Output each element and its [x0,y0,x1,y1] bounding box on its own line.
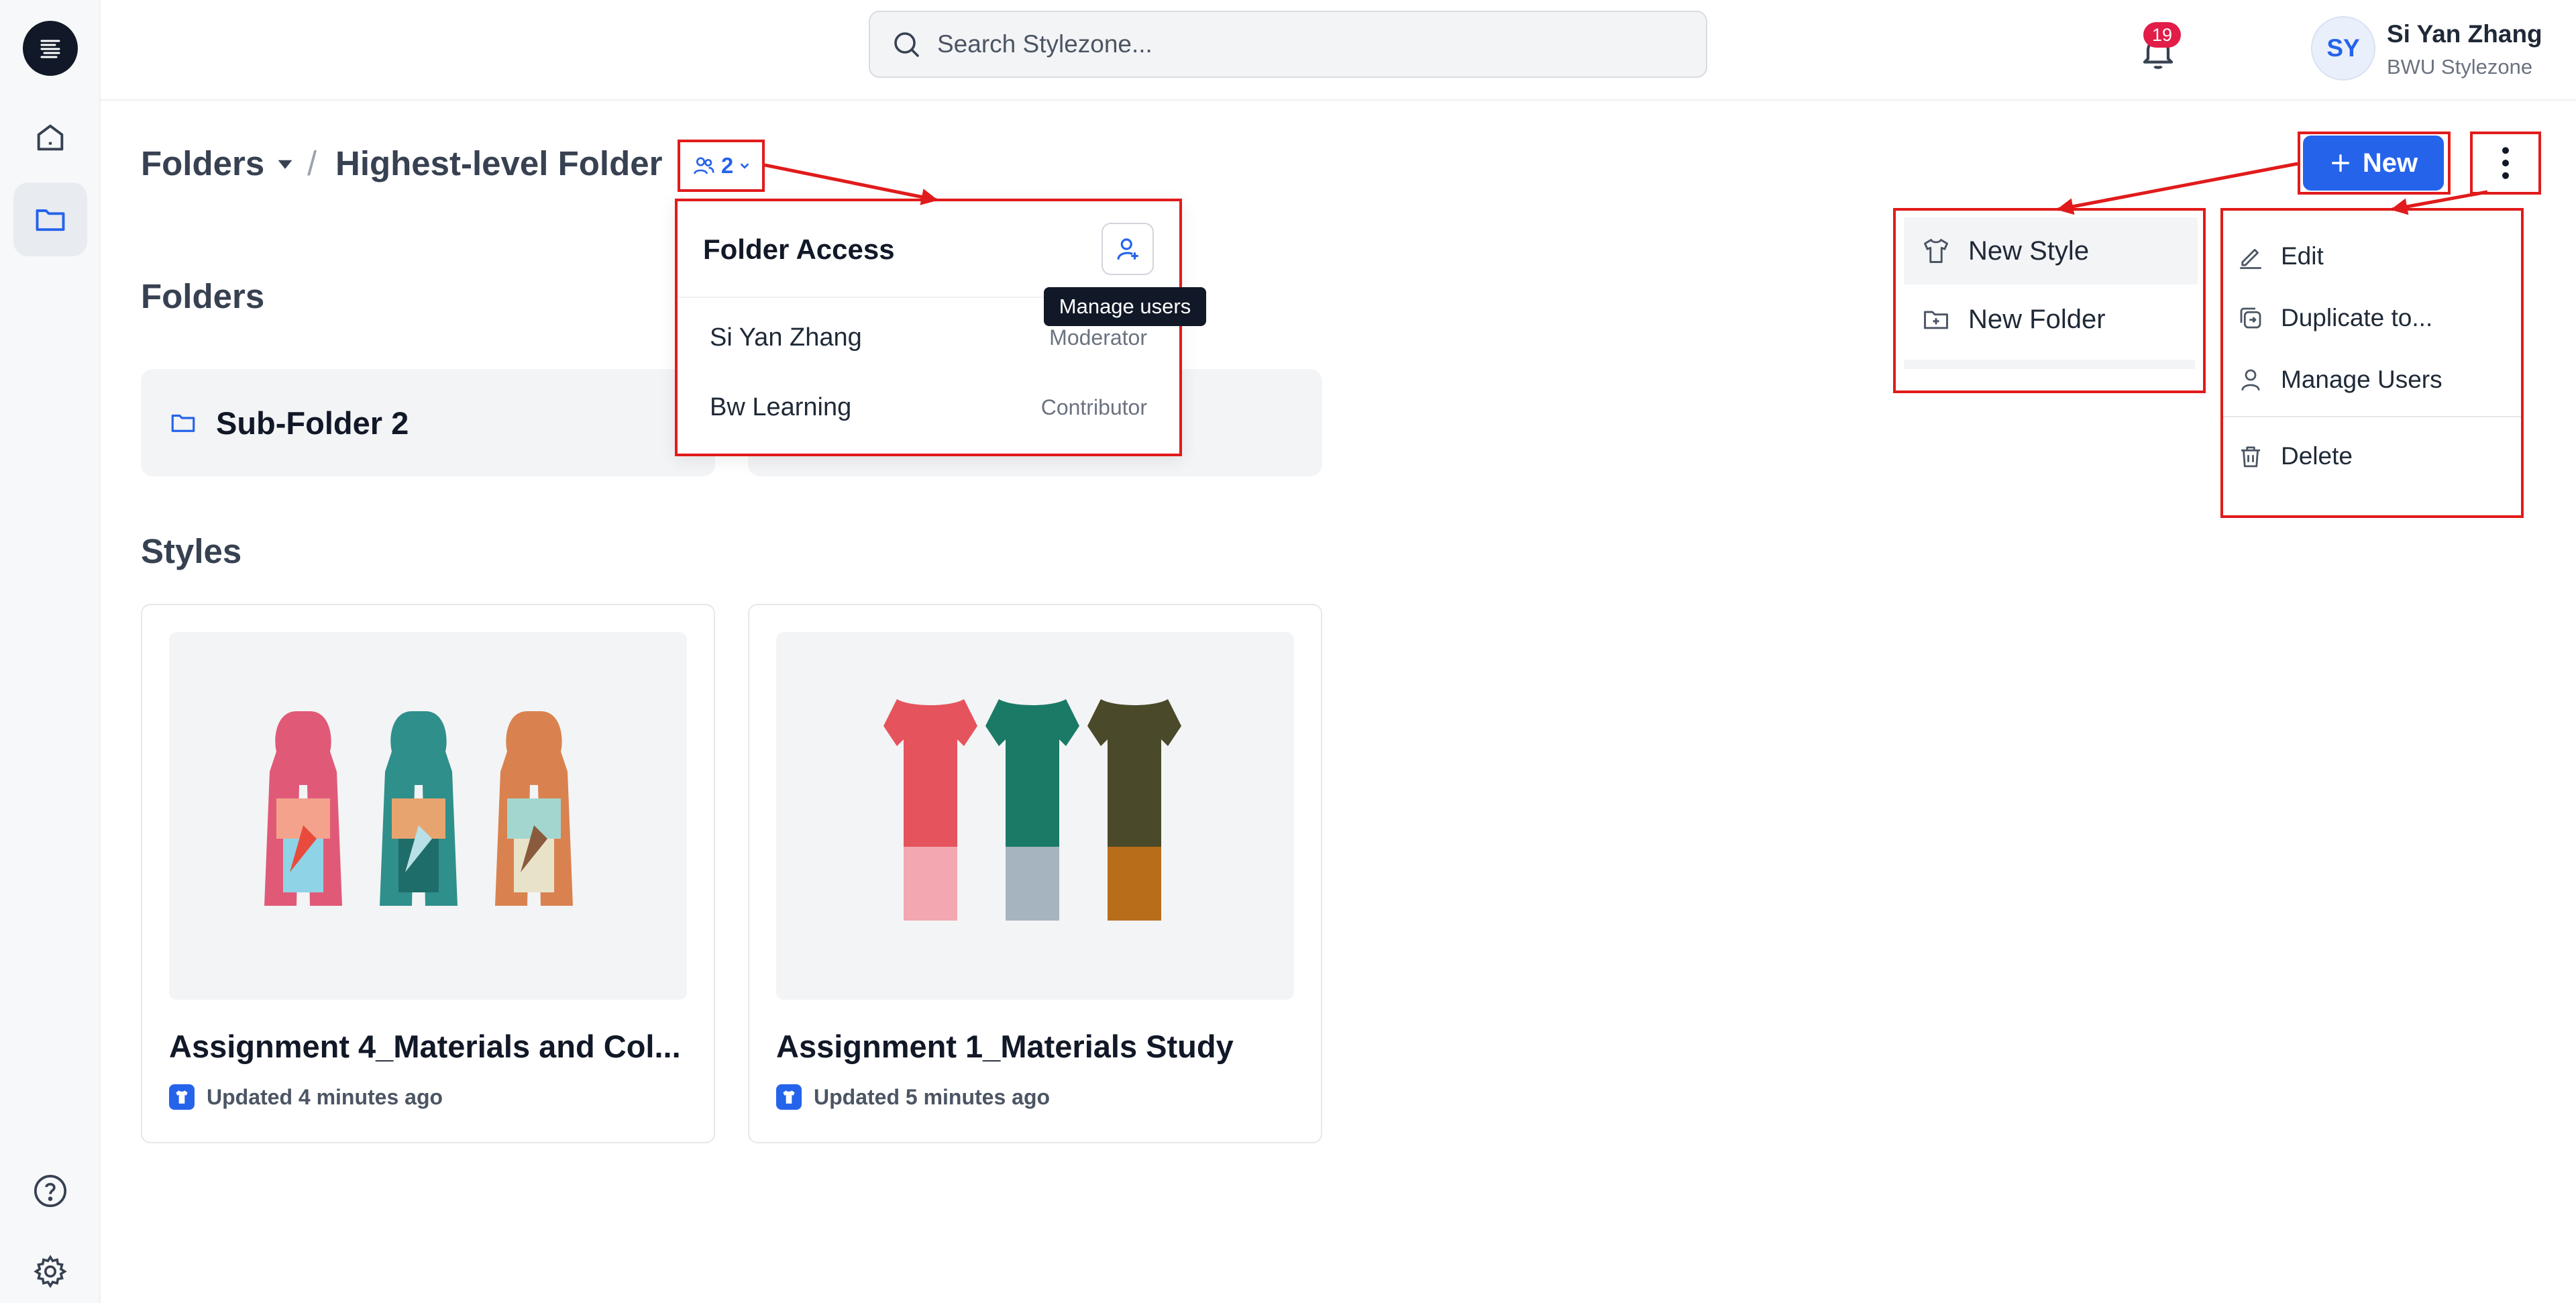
style-title: Assignment 4_Materials and Col... [169,1029,681,1064]
new-button-label: New [2362,148,2418,178]
menu-item-label: Edit [2281,242,2324,270]
access-count: 2 [720,153,734,178]
style-updated: Updated 5 minutes ago [814,1084,1051,1109]
new-button[interactable]: New [2303,136,2444,191]
jackets-image [264,711,573,906]
styles-section-title: Styles [141,532,242,570]
style-meta: Updated 4 minutes ago [169,1084,443,1110]
menu-footer [1904,360,2195,369]
search-icon [894,32,919,57]
menu-item-label: Delete [2281,442,2353,470]
shirt-icon [169,1084,195,1110]
user-name: Si Yan Zhang [2387,20,2542,48]
folders-section-title: Folders [141,277,265,315]
chevron-down-icon [740,163,749,169]
shirt-icon [1924,239,1948,263]
style-card[interactable]: Assignment 4_Materials and Col... Update… [141,604,715,1143]
user-plus-icon [1117,238,1138,260]
app-logo[interactable] [23,21,78,76]
sidebar-item-help[interactable] [13,1154,87,1228]
folder-card[interactable]: Sub-Folder 2 [141,369,715,476]
search-bar[interactable] [869,11,1707,78]
breadcrumb-current: Highest-level Folder [335,144,663,183]
more-options-menu: Edit Duplicate to... Manage Users Delete [2220,208,2524,518]
arrow-access [764,163,938,205]
menu-item-label: Manage Users [2281,366,2443,393]
new-dropdown-menu: New Style New Folder [1893,208,2206,393]
folder-access-button[interactable]: 2 [678,140,765,192]
menu-item-new-folder[interactable]: New Folder [1904,286,2198,353]
folder-access-popover: Folder Access Si Yan Zhang Moderator Bw … [675,199,1182,456]
folder-name: Sub-Folder 2 [216,405,409,441]
member-row: Bw Learning Contributor [710,393,1147,422]
style-title: Assignment 1_Materials Study [776,1029,1234,1064]
arrow-new [2056,162,2298,215]
menu-item-label: Duplicate to... [2281,304,2433,331]
user-icon [2241,369,2260,391]
sidebar-item-home[interactable] [13,101,87,174]
folder-access-title: Folder Access [703,233,895,265]
plus-icon [2331,154,2349,172]
shirt-icon [776,1084,802,1110]
gear-icon [34,1255,67,1288]
avatar[interactable]: SY [2311,16,2375,81]
trash-icon [2241,446,2260,468]
menu-item-manage-users[interactable]: Manage Users [2237,353,2443,407]
tshirts-image [883,699,1181,921]
sidebar [0,0,101,1303]
member-role: Contributor [1040,395,1147,419]
member-name: Si Yan Zhang [710,323,862,352]
pencil-icon [2240,248,2261,269]
caret-down-icon [278,160,292,169]
manage-users-tooltip: Manage users [1044,287,1206,326]
user-org: BWU Stylezone [2387,55,2533,79]
menu-item-label: New Folder [1968,304,2106,334]
style-thumbnail [776,632,1294,1000]
member-name: Bw Learning [710,393,852,421]
breadcrumb-separator: / [307,144,317,183]
logo-icon [40,40,60,58]
member-role: Moderator [1049,325,1147,350]
sidebar-item-settings[interactable] [13,1235,87,1303]
folder-icon [36,209,65,231]
folder-icon [171,414,195,432]
member-row: Si Yan Zhang Moderator [710,323,1147,352]
home-icon [37,124,64,151]
users-icon [693,157,714,174]
notification-badge: 19 [2143,22,2181,48]
menu-divider [2223,416,2521,417]
sidebar-item-folders[interactable] [13,183,87,256]
menu-item-duplicate[interactable]: Duplicate to... [2237,291,2432,345]
breadcrumb-root-label: Folders [141,144,265,183]
breadcrumb-root[interactable]: Folders [141,144,294,183]
menu-item-edit[interactable]: Edit [2237,229,2324,283]
menu-item-label: New Style [1968,236,2090,266]
search-input[interactable] [937,30,1675,58]
duplicate-icon [2240,307,2261,329]
folder-plus-icon [1924,311,1948,329]
menu-item-new-style[interactable]: New Style [1904,217,2198,284]
style-thumbnail [169,632,687,1000]
style-meta: Updated 5 minutes ago [776,1084,1050,1110]
style-updated: Updated 4 minutes ago [207,1084,443,1109]
menu-item-delete[interactable]: Delete [2237,429,2353,483]
manage-users-button[interactable] [1102,223,1154,275]
more-options-button[interactable] [2470,132,2541,195]
kebab-menu-icon [2502,147,2509,179]
help-icon [34,1174,67,1208]
style-card[interactable]: Assignment 1_Materials Study Updated 5 m… [748,604,1322,1143]
